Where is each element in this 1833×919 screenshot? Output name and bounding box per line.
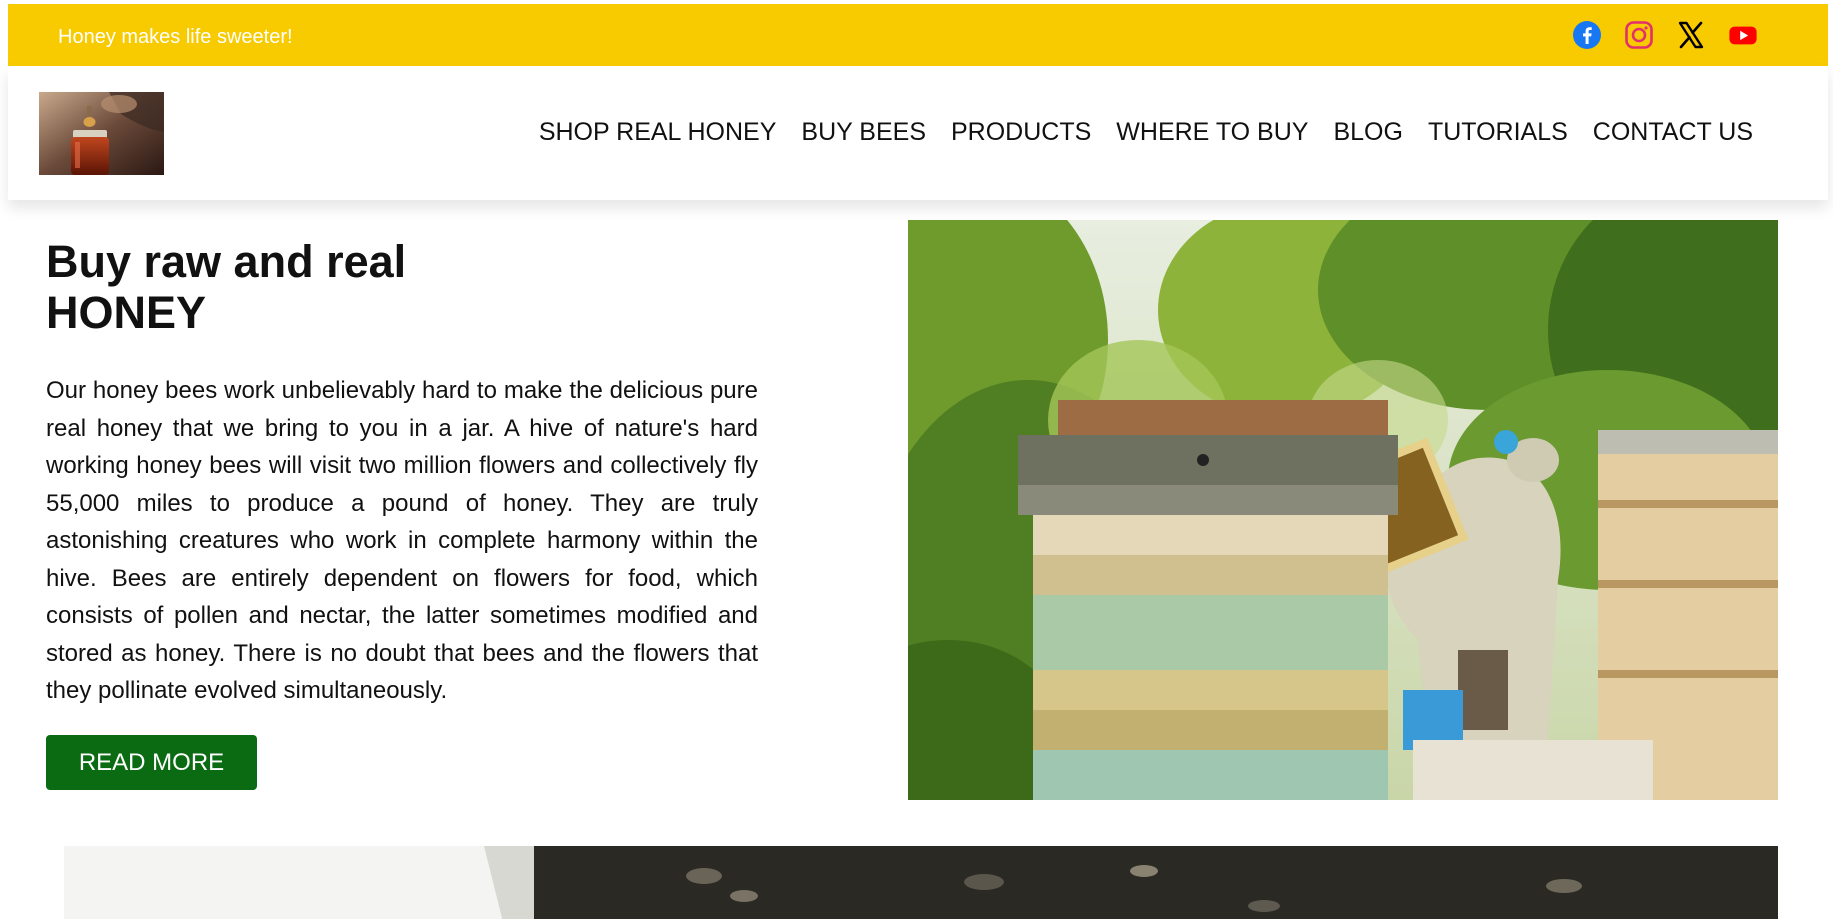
top-bar: Honey makes life sweeter! xyxy=(8,4,1828,66)
hero-title-line2: HONEY xyxy=(46,287,207,338)
hero-title-line1: Buy raw and real xyxy=(46,236,407,287)
nav-blog[interactable]: BLOG xyxy=(1333,118,1402,147)
bees-in-flight-photo xyxy=(64,846,1778,919)
facebook-icon[interactable] xyxy=(1572,20,1602,50)
hero-title: Buy raw and real HONEY xyxy=(46,236,546,338)
x-icon[interactable] xyxy=(1676,20,1706,50)
beekeeper-with-hives-photo xyxy=(908,220,1778,800)
nav-contact-us[interactable]: CONTACT US xyxy=(1593,118,1753,147)
nav-buy-bees[interactable]: BUY BEES xyxy=(801,118,926,147)
social-links xyxy=(1572,20,1758,50)
honey-jar-logo[interactable] xyxy=(39,92,164,175)
main-nav: SHOP REAL HONEY BUY BEES PRODUCTS WHERE … xyxy=(539,118,1753,147)
hero-description: Our honey bees work unbelievably hard to… xyxy=(46,377,758,704)
instagram-icon[interactable] xyxy=(1624,20,1654,50)
nav-where-to-buy[interactable]: WHERE TO BUY xyxy=(1116,118,1308,147)
nav-tutorials[interactable]: TUTORIALS xyxy=(1428,118,1568,147)
nav-products[interactable]: PRODUCTS xyxy=(951,118,1091,147)
youtube-icon[interactable] xyxy=(1728,20,1758,50)
site-header: SHOP REAL HONEY BUY BEES PRODUCTS WHERE … xyxy=(8,66,1828,200)
tagline: Honey makes life sweeter! xyxy=(58,26,293,48)
nav-shop-real-honey[interactable]: SHOP REAL HONEY xyxy=(539,118,777,147)
read-more-button[interactable]: READ MORE xyxy=(46,735,257,790)
page: Honey makes life sweeter! SHOP REAL HONE… xyxy=(0,0,1833,919)
